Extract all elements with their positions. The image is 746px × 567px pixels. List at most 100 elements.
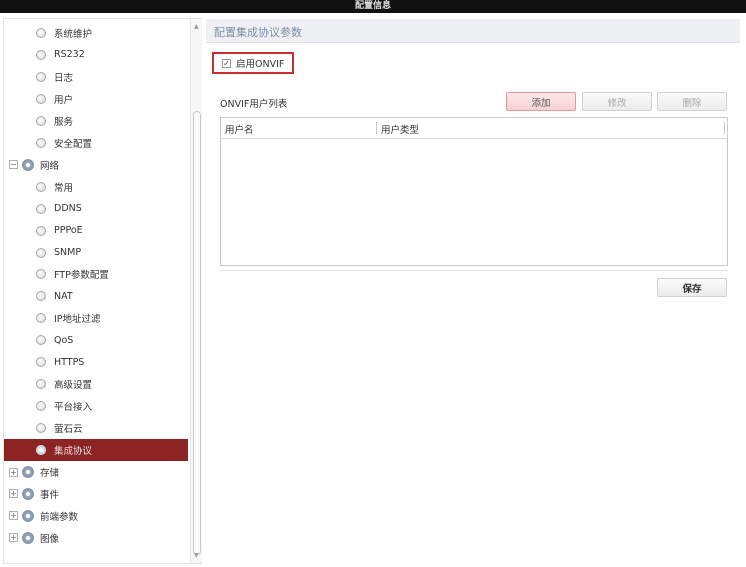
sidebar-item-page[interactable]: IP地址过滤 [4, 307, 188, 329]
enable-onvif-checkbox[interactable]: ✓ 启用ONVIF [212, 52, 294, 74]
scroll-down-arrow-icon[interactable]: ▼ [194, 552, 199, 559]
sidebar-item-label: DDNS [54, 203, 82, 215]
column-separator[interactable] [376, 122, 377, 134]
window-title: 配置信息 [354, 1, 391, 11]
gear-bullet-icon [36, 225, 46, 236]
edit-button[interactable]: 修改 [582, 92, 652, 111]
sidebar-item-page[interactable]: PPPoE [4, 220, 188, 242]
gear-bullet-icon [36, 291, 46, 302]
scroll-thumb[interactable] [193, 111, 201, 555]
sidebar-item-page[interactable]: 日志 [4, 66, 188, 88]
folder-gear-icon [22, 531, 34, 544]
sidebar-item-page[interactable]: 高级设置 [4, 373, 188, 395]
expand-icon[interactable]: + [9, 489, 18, 499]
sidebar-item-group[interactable]: + 图像 [4, 527, 188, 549]
gear-bullet-icon [36, 357, 46, 368]
gear-bullet-icon [36, 49, 46, 60]
sidebar-item-page[interactable]: 平台接入 [4, 395, 188, 417]
sidebar-item-label: QoS [54, 334, 74, 346]
expand-icon[interactable]: + [9, 533, 18, 543]
sidebar-tree: 系统维护 RS232 日志用户服务安全配置 − 网络常用 DDNS PPPoE SNMP FTP… [3, 18, 202, 564]
sidebar-item-page[interactable]: 常用 [4, 176, 188, 198]
sidebar-item-label: 存储 [40, 468, 60, 479]
gear-bullet-icon [36, 137, 46, 148]
table-header: 用户名 用户类型 [221, 118, 727, 139]
gear-bullet-icon [36, 181, 46, 192]
sidebar-item-group[interactable]: + 前端参数 [4, 505, 188, 527]
sidebar-item-label: 图像 [40, 533, 60, 545]
sidebar-item-group[interactable]: + 存储 [4, 461, 188, 483]
sidebar-item-page[interactable]: 用户 [4, 88, 188, 110]
gear-bullet-icon [36, 335, 46, 346]
section-title: 配置集成协议参数 [214, 26, 302, 39]
column-separator[interactable] [724, 122, 725, 134]
sidebar-item-page[interactable]: RS232 [4, 44, 188, 66]
sidebar-item-label: 用户 [54, 94, 74, 106]
gear-bullet-icon [36, 379, 46, 390]
gear-bullet-icon [36, 71, 46, 82]
save-button[interactable]: 保存 [657, 278, 727, 297]
delete-button[interactable]: 删除 [657, 92, 727, 111]
section-header: 配置集成协议参数 [206, 19, 740, 43]
sidebar-item-label: PPPoE [54, 225, 83, 237]
sidebar-item-label: 日志 [54, 72, 74, 84]
sidebar-item-label: 前端参数 [40, 511, 79, 523]
sidebar-item-page[interactable]: 集成协议 [4, 439, 188, 462]
sidebar-item-label: 高级设置 [54, 380, 93, 392]
sidebar-item-label: HTTPS [54, 356, 85, 368]
sidebar-item-page[interactable]: NAT [4, 285, 188, 307]
sidebar-item-group[interactable]: + 事件 [4, 483, 188, 505]
column-header-username[interactable]: 用户名 [225, 122, 254, 136]
sidebar-item-page[interactable]: 系统维护 [4, 22, 188, 44]
gear-bullet-icon [36, 28, 46, 38]
scroll-up-arrow-icon[interactable]: ▲ [194, 23, 199, 30]
gear-bullet-icon [36, 247, 46, 258]
sidebar-item-page[interactable]: 萤石云 [4, 417, 188, 439]
column-header-user-type[interactable]: 用户类型 [381, 122, 419, 136]
folder-gear-icon [22, 158, 34, 171]
sidebar-item-label: 常用 [54, 182, 74, 194]
sidebar-item-page[interactable]: 服务 [4, 110, 188, 132]
sidebar-item-label: 集成协议 [54, 446, 93, 458]
sidebar-item-label: NAT [54, 290, 73, 302]
sidebar-item-label: 平台接入 [54, 402, 93, 414]
add-button[interactable]: 添加 [506, 92, 576, 111]
sidebar-item-label: IP地址过滤 [54, 314, 101, 326]
folder-gear-icon [22, 487, 34, 500]
gear-bullet-icon [36, 313, 46, 324]
sidebar-item-page[interactable]: DDNS [4, 198, 188, 220]
gear-bullet-icon [36, 423, 46, 434]
sidebar-item-page[interactable]: HTTPS [4, 351, 188, 373]
sidebar-item-page[interactable]: SNMP [4, 242, 188, 264]
expand-icon[interactable]: + [9, 511, 18, 521]
sidebar-item-label: 安全配置 [54, 138, 93, 150]
onvif-user-table: 用户名 用户类型 [220, 117, 728, 266]
sidebar-item-page[interactable]: 安全配置 [4, 132, 188, 154]
main-panel: 配置集成协议参数 ✓ 启用ONVIF ONVIF用户列表 添加 修改 删除 用户… [206, 14, 744, 567]
expand-icon[interactable]: + [9, 467, 18, 477]
sidebar-item-label: 网络 [40, 160, 60, 172]
folder-gear-icon [22, 466, 34, 478]
sidebar-item-label: RS232 [54, 49, 85, 61]
sidebar-scrollbar[interactable]: ▲ ▼ [190, 19, 202, 563]
checkbox-checked-icon[interactable]: ✓ [222, 58, 231, 68]
sidebar-item-label: 系统维护 [54, 29, 93, 40]
divider [220, 270, 728, 271]
gear-bullet-icon [36, 93, 46, 104]
title-bar: 配置信息 [0, 0, 746, 13]
gear-bullet-icon [36, 445, 46, 456]
gear-bullet-icon [36, 203, 46, 214]
gear-bullet-icon [36, 269, 46, 280]
enable-onvif-label: 启用ONVIF [236, 59, 285, 70]
collapse-icon[interactable]: − [9, 160, 18, 170]
sidebar-item-label: SNMP [54, 247, 82, 258]
sidebar-item-group[interactable]: − 网络 [4, 154, 188, 176]
folder-gear-icon [22, 509, 34, 522]
sidebar-item-label: 事件 [40, 489, 60, 501]
sidebar-item-page[interactable]: FTP参数配置 [4, 263, 188, 285]
sidebar-item-page[interactable]: QoS [4, 329, 188, 351]
gear-bullet-icon [36, 115, 46, 126]
sidebar-item-label: 萤石云 [54, 424, 83, 436]
sidebar-item-label: FTP参数配置 [54, 270, 109, 282]
gear-bullet-icon [36, 401, 46, 412]
